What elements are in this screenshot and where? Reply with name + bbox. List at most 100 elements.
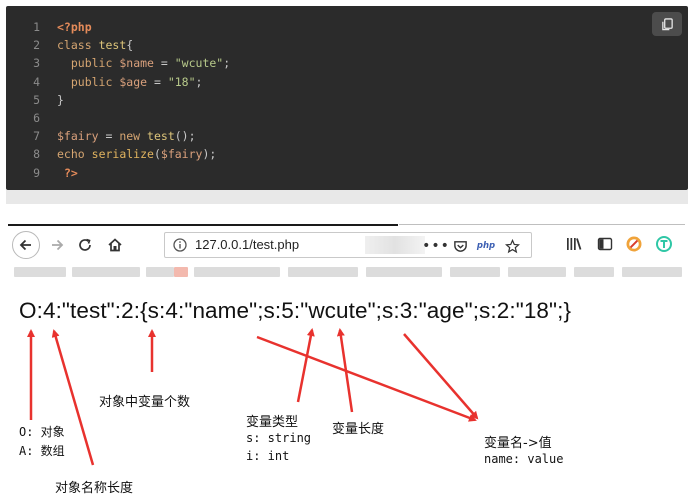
library-icon	[567, 238, 582, 250]
t-icon	[656, 236, 672, 252]
punctuation: }	[57, 92, 64, 107]
code-line: <?php	[57, 18, 230, 36]
bookmark-item[interactable]	[508, 267, 566, 277]
label-o-object: O: 对象	[19, 425, 65, 439]
keyword: new	[119, 129, 141, 144]
line-number: 7	[33, 129, 40, 144]
bookmark-item[interactable]	[288, 267, 358, 277]
code-line: public $name = "wcute";	[57, 54, 230, 72]
label-var-length: 变量长度	[332, 422, 385, 437]
serialized-output: O:4:"test":2:{s:4:"name";s:5:"wcute";s:3…	[19, 298, 572, 323]
reload-button[interactable]	[72, 232, 98, 258]
info-icon[interactable]	[173, 238, 187, 252]
sidebar-button[interactable]	[595, 234, 615, 254]
translate-extension-button[interactable]	[654, 234, 674, 254]
punctuation: {	[126, 38, 134, 53]
variable: $name	[119, 56, 154, 71]
pocket-button[interactable]	[451, 237, 469, 255]
variable: $fairy	[160, 147, 203, 162]
label-var-type-i: i: int	[246, 449, 290, 463]
pocket-icon	[453, 240, 467, 252]
reload-icon	[79, 238, 91, 251]
line-number: 4	[33, 74, 40, 89]
variable: $fairy	[57, 129, 99, 144]
code-content: <?php class test{ public $name = "wcute"…	[57, 18, 230, 182]
extension-block-button[interactable]	[624, 234, 644, 254]
bookmark-item[interactable]	[194, 267, 280, 277]
address-bar[interactable]: 127.0.0.1/test.php ••• php	[164, 232, 532, 258]
copy-icon	[661, 17, 673, 30]
string-literal: "wcute"	[174, 56, 224, 71]
bookmark-item[interactable]	[622, 267, 682, 277]
keyword: class	[57, 38, 92, 53]
url-text[interactable]: 127.0.0.1/test.php	[195, 233, 299, 257]
operator: =	[153, 56, 175, 71]
copy-code-button[interactable]	[652, 12, 682, 36]
bookmark-star-button[interactable]	[503, 237, 521, 255]
punctuation: (	[153, 147, 161, 162]
arrow-right-icon	[52, 239, 64, 251]
operator: =	[147, 74, 168, 89]
code-line: }	[57, 91, 230, 109]
arrow-to-name-value-2	[403, 333, 479, 420]
keyword: public	[70, 56, 113, 71]
arrow-left-icon	[19, 239, 31, 251]
label-object-name-length: 对象名称长度	[55, 481, 134, 496]
label-var-type-title: 变量类型	[246, 415, 299, 430]
line-number: 8	[33, 147, 40, 162]
label-property-count: 对象中变量个数	[99, 395, 191, 410]
string-literal: "18"	[167, 74, 196, 89]
bookmark-item[interactable]	[146, 267, 174, 277]
bookmark-item[interactable]	[366, 267, 442, 277]
label-name-value: name: value	[484, 452, 564, 466]
variable: $age	[119, 74, 148, 89]
keyword: echo	[57, 147, 85, 162]
bookmark-item[interactable]	[72, 267, 140, 277]
label-var-type-s: s: string	[246, 431, 312, 445]
class-name: test	[98, 38, 127, 53]
separator	[6, 190, 688, 204]
forward-button[interactable]	[44, 232, 70, 258]
arrow-to-var-length	[336, 328, 354, 413]
function-name: serialize	[91, 147, 154, 162]
code-block: 1 2 3 4 5 6 7 8 9 <?php class test{ publ…	[6, 6, 688, 190]
block-icon	[626, 236, 642, 252]
code-line: class test{	[57, 36, 230, 54]
line-number: 5	[33, 92, 40, 107]
php-open-tag: <?php	[57, 20, 92, 34]
code-line: ?>	[57, 164, 230, 182]
line-number: 1	[33, 20, 40, 34]
label-var-name-value: 变量名->值	[484, 436, 552, 451]
punctuation: ;	[195, 74, 203, 89]
library-button[interactable]	[564, 234, 584, 254]
arrow-to-name-value-1	[256, 335, 477, 422]
code-line: public $age = "18";	[57, 73, 230, 91]
code-line: echo serialize($fairy);	[57, 145, 230, 163]
bookmark-item[interactable]	[14, 267, 66, 277]
blurred-region	[365, 236, 425, 254]
php-extension-icon[interactable]: php	[477, 237, 495, 255]
punctuation: ;	[223, 56, 231, 71]
operator: =	[98, 129, 120, 144]
home-button[interactable]	[102, 232, 128, 258]
back-button[interactable]	[12, 231, 40, 259]
punctuation: ();	[174, 129, 196, 144]
bookmark-item[interactable]	[574, 267, 614, 277]
star-icon	[504, 238, 520, 253]
tab-strip-border	[399, 224, 685, 225]
line-number-gutter: 1 2 3 4 5 6 7 8 9	[6, 18, 48, 182]
label-a-array: A: 数组	[19, 444, 65, 458]
home-icon	[108, 238, 122, 252]
bookmark-item[interactable]	[450, 267, 500, 277]
line-number: 6	[33, 110, 40, 125]
arrow-to-var-type	[296, 328, 315, 403]
line-number: 2	[33, 38, 40, 53]
class-name: test	[147, 129, 175, 144]
bookmark-item[interactable]	[174, 267, 188, 277]
bookmarks-toolbar-blurred	[6, 262, 688, 282]
page-actions-menu[interactable]: •••	[422, 237, 449, 255]
code-line: $fairy = new test();	[57, 127, 230, 145]
php-close-tag: ?>	[63, 165, 78, 180]
punctuation: );	[202, 147, 217, 162]
keyword: public	[70, 74, 113, 89]
